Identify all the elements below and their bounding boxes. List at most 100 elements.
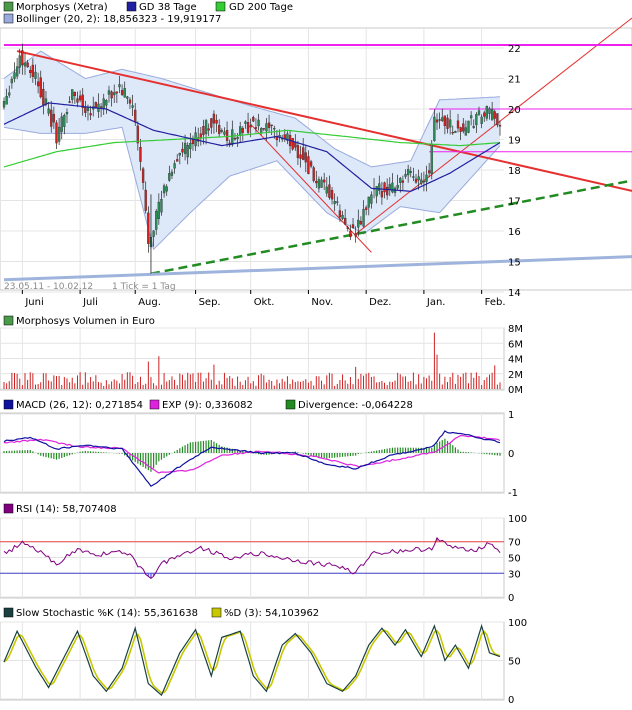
price-candle-body [441, 117, 444, 121]
price-candle-body [323, 179, 326, 183]
rsi-y-tick-label: 0 [508, 593, 514, 604]
price-candle-body [55, 122, 58, 144]
price-candle-body [257, 119, 260, 127]
price-candle-body [399, 178, 402, 183]
legend-swatch-morphosys [3, 1, 14, 12]
price-candle-body [252, 117, 255, 122]
legend-label-stoch-d: %D (3): 54,103962 [224, 608, 319, 619]
price-x-ticks: Juni Juli Aug. Sep. Okt. Nov. Dez. Jan. Feb. [21, 290, 506, 308]
price-candle-body [438, 119, 441, 121]
price-candle-body [422, 181, 426, 183]
price-candle-body [50, 109, 53, 127]
price-candle-body [244, 121, 247, 124]
price-candle-body [304, 152, 307, 163]
price-candle-body [328, 184, 331, 198]
legend-swatch-macd [3, 399, 14, 410]
price-candle-body [202, 126, 205, 136]
price-candle-body [5, 96, 8, 105]
price-candle-body [233, 138, 237, 140]
price-candle-body [262, 128, 265, 130]
legend-label-gd200: GD 200 Tage [229, 2, 293, 13]
price-candle-body [365, 207, 368, 210]
rsi-y-tick-label: 30 [508, 569, 521, 580]
price-candle-body [294, 142, 297, 148]
price-candle-body [118, 84, 121, 88]
price-candle-body [65, 112, 69, 115]
legend-swatch-bollinger [3, 13, 14, 24]
price-candle-body [380, 191, 384, 198]
stoch-y-tick-label: 50 [508, 657, 521, 668]
price-candle-body [362, 209, 365, 227]
price-y-tick-label: 16 [508, 227, 521, 238]
rsi-y-tick-label: 100 [508, 514, 527, 525]
price-candle-body [29, 69, 32, 74]
price-candle-body [225, 130, 229, 141]
price-x-tick-label: Nov. [311, 297, 333, 308]
price-y-tick-label: 15 [508, 258, 521, 269]
price-candle-body [404, 174, 407, 177]
price-candle-body [443, 115, 447, 127]
price-y-tick-label: 22 [508, 44, 521, 55]
price-candle-body [425, 174, 428, 182]
legend-swatch-rsi [3, 503, 14, 514]
legend-label-rsi: RSI (14): 58,707408 [16, 504, 117, 515]
price-candle-body [36, 81, 40, 87]
price-x-tick-label: Sep. [199, 297, 221, 308]
price-candle-body [128, 99, 132, 104]
price-candle-body [246, 122, 250, 133]
price-candle-body [183, 142, 187, 154]
price-candle-body [296, 145, 300, 159]
volume-y-tick-label: 2M [508, 370, 523, 381]
price-candle-body [107, 90, 111, 95]
price-candle-body [204, 120, 208, 135]
price-candle-body [275, 136, 279, 141]
price-candle-body [427, 170, 431, 174]
price-candle-body [454, 131, 457, 133]
price-candle-body [57, 126, 61, 142]
price-candle-body [131, 105, 134, 108]
price-candle-body [357, 219, 360, 228]
price-candle-body [451, 131, 454, 134]
tick-scale-label: 1 Tick = 1 Tag [112, 282, 176, 292]
legend-swatch-gd200 [215, 1, 226, 12]
price-candle-body [386, 186, 389, 196]
price-candle-body [270, 124, 273, 127]
price-candle-body [391, 182, 394, 193]
price-candle-body [76, 98, 79, 103]
price-y-tick-label: 17 [508, 197, 521, 208]
price-candle-body [215, 119, 218, 124]
volume-y-tick-label: 6M [508, 339, 523, 350]
price-candle-body [94, 102, 98, 108]
price-candle-body [144, 189, 147, 211]
legend-label-morphosys: Morphosys (Xetra) [16, 2, 108, 13]
legend-swatch-exp [149, 399, 160, 410]
volume-y-ticks: 8M 6M 4M 2M 0M [508, 324, 523, 396]
legend-label-divergence: Divergence: -0,064228 [298, 400, 413, 411]
price-candle-body [349, 230, 352, 238]
price-candle-body [420, 179, 423, 184]
price-candle-body [78, 95, 82, 101]
price-candle-body [312, 167, 315, 181]
macd-y-tick-label: 0 [508, 449, 514, 460]
legend-swatch-stoch-d [211, 607, 222, 618]
price-candle-body [401, 180, 405, 183]
price-candle-body [126, 96, 129, 99]
price-candle-body [396, 184, 399, 189]
volume-title: Morphosys Volumen in Euro [16, 316, 155, 327]
price-candle-body [430, 144, 433, 174]
price-candle-body [134, 109, 137, 123]
price-candle-body [102, 98, 105, 110]
date-range-label: 23.05.11 - 10.02.12 [4, 282, 93, 292]
price-candle-body [307, 156, 310, 174]
price-candle-body [273, 127, 276, 130]
price-candle-body [13, 72, 16, 79]
price-candle-body [181, 148, 184, 153]
price-candle-body [317, 179, 321, 189]
price-x-tick-label: Dez. [369, 297, 391, 308]
price-candle-body [464, 127, 468, 136]
price-candle-body [89, 113, 92, 116]
price-y-tick-label: 18 [508, 166, 521, 177]
price-candle-body [488, 108, 491, 114]
price-candle-body [412, 176, 415, 178]
price-candle-body [18, 55, 21, 68]
